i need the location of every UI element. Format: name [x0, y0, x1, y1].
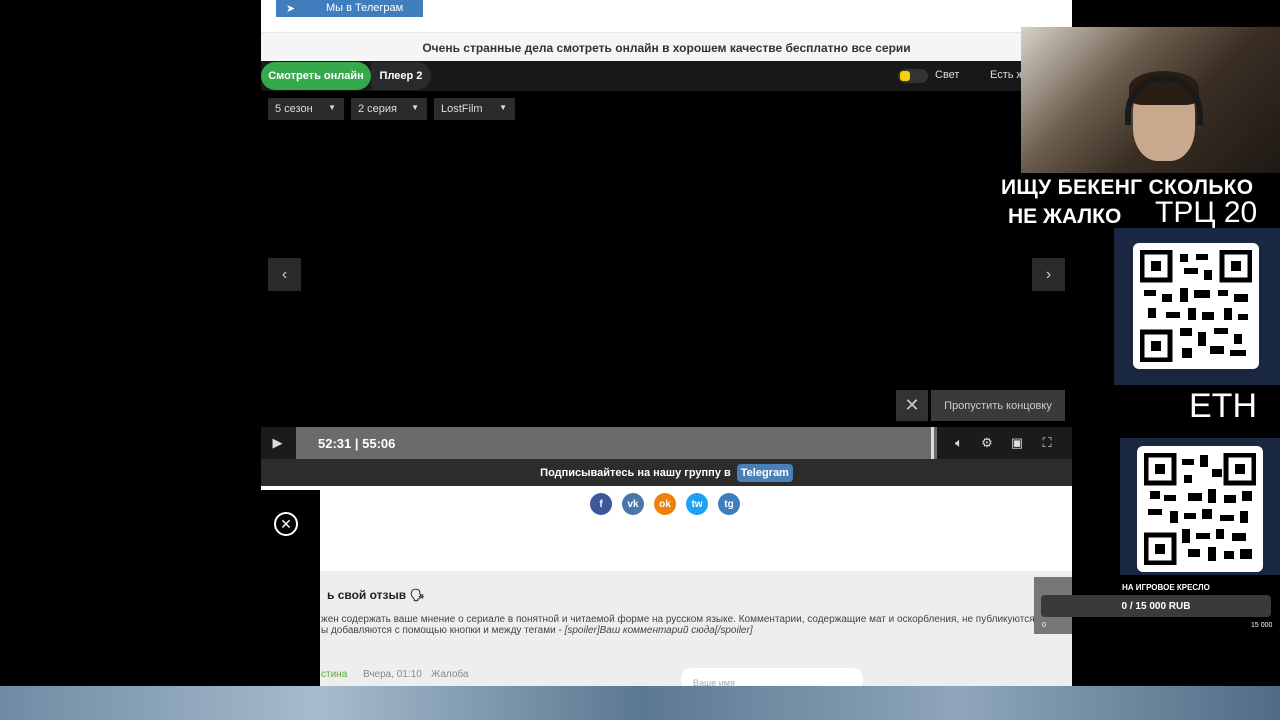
twitter-share-button[interactable]: tw: [686, 493, 708, 515]
dropdown-arrow-icon: ▼: [411, 103, 419, 112]
stream-message-line-2: НЕ ЖАЛКО: [1008, 205, 1122, 228]
dropdown-arrow-icon: ▼: [328, 103, 336, 112]
light-label: Свет: [935, 69, 960, 81]
chevron-right-icon: ›: [1045, 265, 1052, 283]
progress-handle[interactable]: [931, 427, 934, 459]
facebook-share-button[interactable]: f: [590, 493, 612, 515]
next-episode-button[interactable]: ›: [1032, 258, 1065, 291]
play-button[interactable]: ▶: [261, 427, 294, 459]
volume-button[interactable]: 🔈︎: [949, 434, 969, 452]
vk-share-button[interactable]: vk: [622, 493, 644, 515]
settings-button[interactable]: ⚙︎: [977, 434, 997, 452]
qr-pattern: [1144, 453, 1256, 565]
comment-date: Вчера, 01:10: [363, 669, 422, 680]
report-link[interactable]: Жалоба: [431, 669, 468, 680]
odnoklassniki-share-button[interactable]: ok: [654, 493, 676, 515]
close-icon: ✕: [904, 395, 920, 415]
telegram-share-button[interactable]: tg: [718, 493, 740, 515]
comment-author[interactable]: стина: [321, 669, 347, 680]
review-rule: жен содержать ваше мнение о сериале в по…: [321, 614, 1038, 625]
subscribe-text: Подписывайтесь на нашу группу в: [540, 466, 731, 479]
share-buttons: f vk ok tw tg: [590, 493, 740, 515]
desktop-background-strip: [0, 686, 1280, 720]
video-player[interactable]: Смотреть онлайн Плеер 2 Свет Есть ж 5 се…: [261, 61, 1072, 486]
review-title: ь свой отзыв 🗣: [327, 588, 425, 602]
telegram-button-label: Мы в Телеграм: [326, 1, 404, 14]
ad-overlay: [0, 490, 320, 686]
fullscreen-button[interactable]: ⛶: [1037, 434, 1057, 452]
progress-bar[interactable]: 52:31 | 55:06: [296, 427, 937, 459]
qr-pattern: [1140, 250, 1252, 362]
light-toggle[interactable]: [898, 69, 928, 83]
episode-select[interactable]: 2 серия ▼: [351, 98, 427, 120]
dropdown-arrow-icon: ▼: [499, 103, 507, 112]
telegram-icon: ➤: [286, 2, 296, 15]
website-page: ➤ Мы в Телеграм Очень странные дела смот…: [261, 0, 1072, 686]
review-spoiler-text: ы добавляются с помощью кнопки и между т…: [321, 625, 565, 636]
play-icon: ▶: [272, 435, 283, 450]
eth-qr-code-icon: [1137, 446, 1263, 572]
goal-max-label: 15 000: [1251, 622, 1273, 629]
review-spoiler-example: [spoiler]Ваш комментарий сюда[/spoiler]: [564, 625, 753, 636]
season-select[interactable]: 5 сезон ▼: [268, 98, 344, 120]
previous-episode-button[interactable]: ‹: [268, 258, 301, 291]
eth-label: ETH: [1189, 387, 1257, 425]
gear-icon: ⚙︎: [981, 435, 993, 450]
voice-select-value: LostFilm: [441, 103, 483, 115]
trc20-label: ТРЦ 20: [1155, 196, 1258, 229]
speaker-icon: 🔈︎: [955, 435, 963, 450]
donation-goal-bar: 0 / 15 000 RUB: [1041, 595, 1271, 617]
donation-goal-label: НА ИГРОВОЕ КРЕСЛО: [1122, 583, 1210, 592]
time-display: 52:31 | 55:06: [318, 436, 396, 451]
picture-in-picture-button[interactable]: ▣: [1007, 434, 1027, 452]
voice-select[interactable]: LostFilm ▼: [434, 98, 515, 120]
webcam-feed: [1021, 27, 1280, 173]
fullscreen-icon: ⛶: [1042, 435, 1052, 450]
telegram-button[interactable]: ➤ Мы в Телеграм: [276, 0, 423, 17]
name-input[interactable]: Ваше имя: [681, 668, 863, 686]
review-spoiler-rule: ы добавляются с помощью кнопки и между т…: [321, 625, 753, 636]
trc20-qr-code-icon: [1133, 243, 1259, 369]
subscribe-bar: Подписывайтесь на нашу группу в Telegram: [261, 459, 1072, 486]
close-icon: ✕: [280, 515, 292, 532]
season-select-value: 5 сезон: [275, 103, 313, 115]
goal-min-label: 0: [1042, 622, 1046, 629]
skip-ending-button[interactable]: Пропустить концовку: [931, 390, 1065, 421]
chevron-left-icon: ‹: [281, 265, 288, 283]
player-tab-bar: Смотреть онлайн Плеер 2 Свет Есть ж: [261, 61, 1072, 91]
page-title: Очень странные дела смотреть онлайн в хо…: [261, 32, 1072, 62]
overlay-close-button[interactable]: ✕: [274, 512, 298, 536]
review-section: ь свой отзыв 🗣 жен содержать ваше мнение…: [261, 571, 1072, 686]
episode-select-value: 2 серия: [358, 103, 398, 115]
tab-watch-online[interactable]: Смотреть онлайн: [261, 62, 371, 90]
tab-player-2[interactable]: Плеер 2: [371, 62, 431, 90]
skip-close-button[interactable]: ✕: [896, 390, 928, 421]
errors-link[interactable]: Есть ж: [990, 69, 1024, 81]
player-controls: ▶ 52:31 | 55:06 🔈︎ ⚙︎ ▣ ⛶: [261, 427, 1072, 459]
telegram-link[interactable]: Telegram: [736, 463, 793, 482]
pip-icon: ▣: [1010, 435, 1024, 450]
